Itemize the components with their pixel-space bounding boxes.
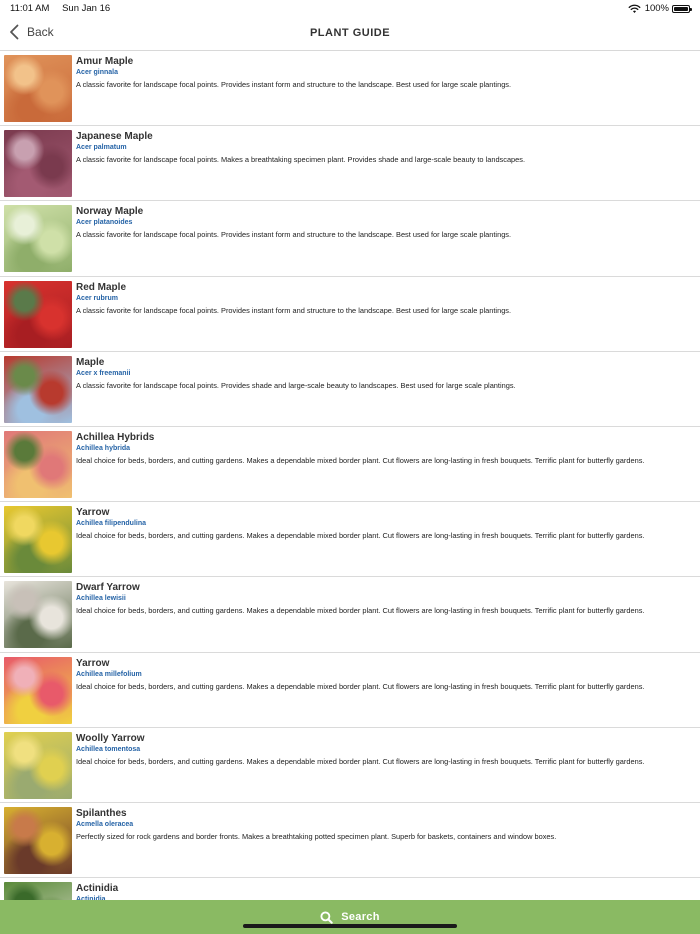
plant-description: A classic favorite for landscape focal p…: [76, 155, 526, 165]
plant-description: Ideal choice for beds, borders, and cutt…: [76, 606, 645, 616]
plant-thumbnail: [4, 506, 72, 574]
plant-thumbnail: [4, 130, 72, 198]
plant-description: Ideal choice for beds, borders, and cutt…: [76, 455, 645, 465]
plant-text: Yarrow Achillea millefolium Ideal choice f…: [76, 657, 680, 691]
plant-text: Achillea Hybrids Achillea hybrida Ideal ch…: [76, 431, 680, 465]
search-button[interactable]: Search: [0, 900, 700, 934]
wifi-icon: [628, 4, 641, 13]
plant-list-item[interactable]: Yarrow Achillea filipendulina Ideal choice…: [0, 502, 700, 578]
plant-list-item[interactable]: Norway Maple Acer platanoides A classic fa…: [0, 201, 700, 277]
plant-thumbnail: [4, 656, 72, 724]
plant-description: Ideal choice for beds, borders, and cutt…: [76, 756, 645, 766]
plant-latin-name: Achillea tomentosa: [76, 745, 141, 753]
plant-latin-name: Acer x freemanii: [76, 369, 131, 377]
plant-latin-name: Achillea lewisii: [76, 595, 126, 603]
plant-text: Amur Maple Acer ginnala A classic favorite…: [76, 55, 680, 89]
plant-list-item[interactable]: Woolly Yarrow Achillea tomentosa Ideal cho…: [0, 728, 700, 803]
plant-description: A classic favorite for landscape focal p…: [76, 80, 512, 89]
plant-latin-name: Acer palmatum: [76, 144, 127, 152]
plant-latin-name: Achillea filipendulina: [76, 520, 147, 528]
plant-text: Woolly Yarrow Achillea tomentosa Ideal cho…: [76, 732, 680, 766]
plant-thumbnail: [4, 430, 72, 498]
plant-text: Spilanthes Acmella oleracea Perfectly size…: [76, 807, 680, 841]
plant-latin-name: Acer ginnala: [76, 69, 119, 76]
plant-latin-name: Acmella oleracea: [76, 820, 134, 828]
plant-name: Actinidia: [76, 883, 119, 895]
plant-thumbnail: [4, 882, 72, 900]
plant-latin-name: Acer platanoides: [76, 219, 133, 227]
plant-text: Dwarf Yarrow Achillea lewisii Ideal choice…: [76, 581, 680, 615]
plant-thumbnail: [4, 806, 72, 874]
plant-description: Ideal choice for beds, borders, and cutt…: [76, 681, 645, 691]
plant-list-item[interactable]: Red Maple Acer rubrum A classic favorite f…: [0, 277, 700, 352]
plant-name: Yarrow: [76, 657, 110, 669]
navigation-bar: Back PLANT GUIDE: [0, 18, 700, 51]
plant-list-item[interactable]: Japanese Maple Acer palmatum A classic fav…: [0, 126, 700, 202]
plant-name: Woolly Yarrow: [76, 732, 145, 744]
plant-description: A classic favorite for landscape focal p…: [76, 305, 512, 315]
plant-latin-name: Achillea millefolium: [76, 670, 142, 678]
plant-thumbnail: [4, 731, 72, 799]
page-title: PLANT GUIDE: [309, 27, 391, 39]
plant-list-item[interactable]: Achillea Hybrids Achillea hybrida Ideal ch…: [0, 427, 700, 503]
status-date: Sun Jan 16: [62, 3, 111, 14]
plant-name: Amur Maple: [76, 56, 134, 67]
plant-text: Maple Acer x freemanii A classic favorite …: [76, 356, 680, 390]
plant-thumbnail: [4, 205, 72, 273]
plant-text: Red Maple Acer rubrum A classic favorite f…: [76, 281, 680, 315]
search-label: Search: [341, 911, 380, 923]
status-time: 11:01 AM: [10, 3, 50, 14]
plant-description: A classic favorite for landscape focal p…: [76, 230, 512, 240]
plant-name: Japanese Maple: [76, 131, 153, 143]
battery-percent: 100%: [644, 3, 669, 14]
plant-name: Norway Maple: [76, 206, 144, 218]
plant-description: Ideal choice for beds, borders, and cutt…: [76, 531, 645, 541]
plant-list-item[interactable]: Dwarf Yarrow Achillea lewisii Ideal choice…: [0, 577, 700, 653]
plant-text: Actinidia Actinidia: [76, 882, 680, 900]
plant-list-item[interactable]: Yarrow Achillea millefolium Ideal choice f…: [0, 653, 700, 728]
status-right: 100%: [628, 3, 692, 14]
plant-thumbnail: [4, 280, 72, 348]
plant-name: Achillea Hybrids: [76, 431, 155, 443]
plant-list-item[interactable]: Spilanthes Acmella oleracea Perfectly size…: [0, 803, 700, 879]
plant-text: Japanese Maple Acer palmatum A classic fav…: [76, 130, 680, 164]
plant-latin-name: Achillea hybrida: [76, 444, 131, 452]
plant-description: Perfectly sized for rock gardens and bor…: [76, 831, 557, 841]
plant-name: Spilanthes: [76, 807, 127, 819]
plant-description: A classic favorite for landscape focal p…: [76, 380, 516, 390]
plant-thumbnail: [4, 55, 72, 122]
plant-list-item[interactable]: Maple Acer x freemanii A classic favorite …: [0, 352, 700, 427]
search-icon: [320, 910, 333, 924]
plant-text: Norway Maple Acer platanoides A classic fa…: [76, 205, 680, 239]
plant-latin-name: Acer rubrum: [76, 294, 119, 302]
home-indicator: [243, 924, 457, 928]
plant-list-item[interactable]: Actinidia Actinidia: [0, 878, 700, 900]
plant-text: Yarrow Achillea filipendulina Ideal choice…: [76, 506, 680, 540]
plant-name: Dwarf Yarrow: [76, 582, 140, 594]
plant-name: Maple: [76, 356, 105, 368]
plant-thumbnail: [4, 355, 72, 423]
plant-name: Red Maple: [76, 281, 127, 293]
plant-name: Yarrow: [76, 507, 110, 519]
battery-icon: [672, 4, 692, 13]
status-bar: 11:01 AM Sun Jan 16 100%: [0, 0, 700, 18]
plant-thumbnail: [4, 581, 72, 649]
plant-list-item[interactable]: Amur Maple Acer ginnala A classic favorite…: [0, 51, 700, 127]
status-left: 11:01 AM Sun Jan 16: [10, 3, 120, 14]
plant-list[interactable]: Amur Maple Acer ginnala A classic favorite…: [0, 51, 700, 900]
